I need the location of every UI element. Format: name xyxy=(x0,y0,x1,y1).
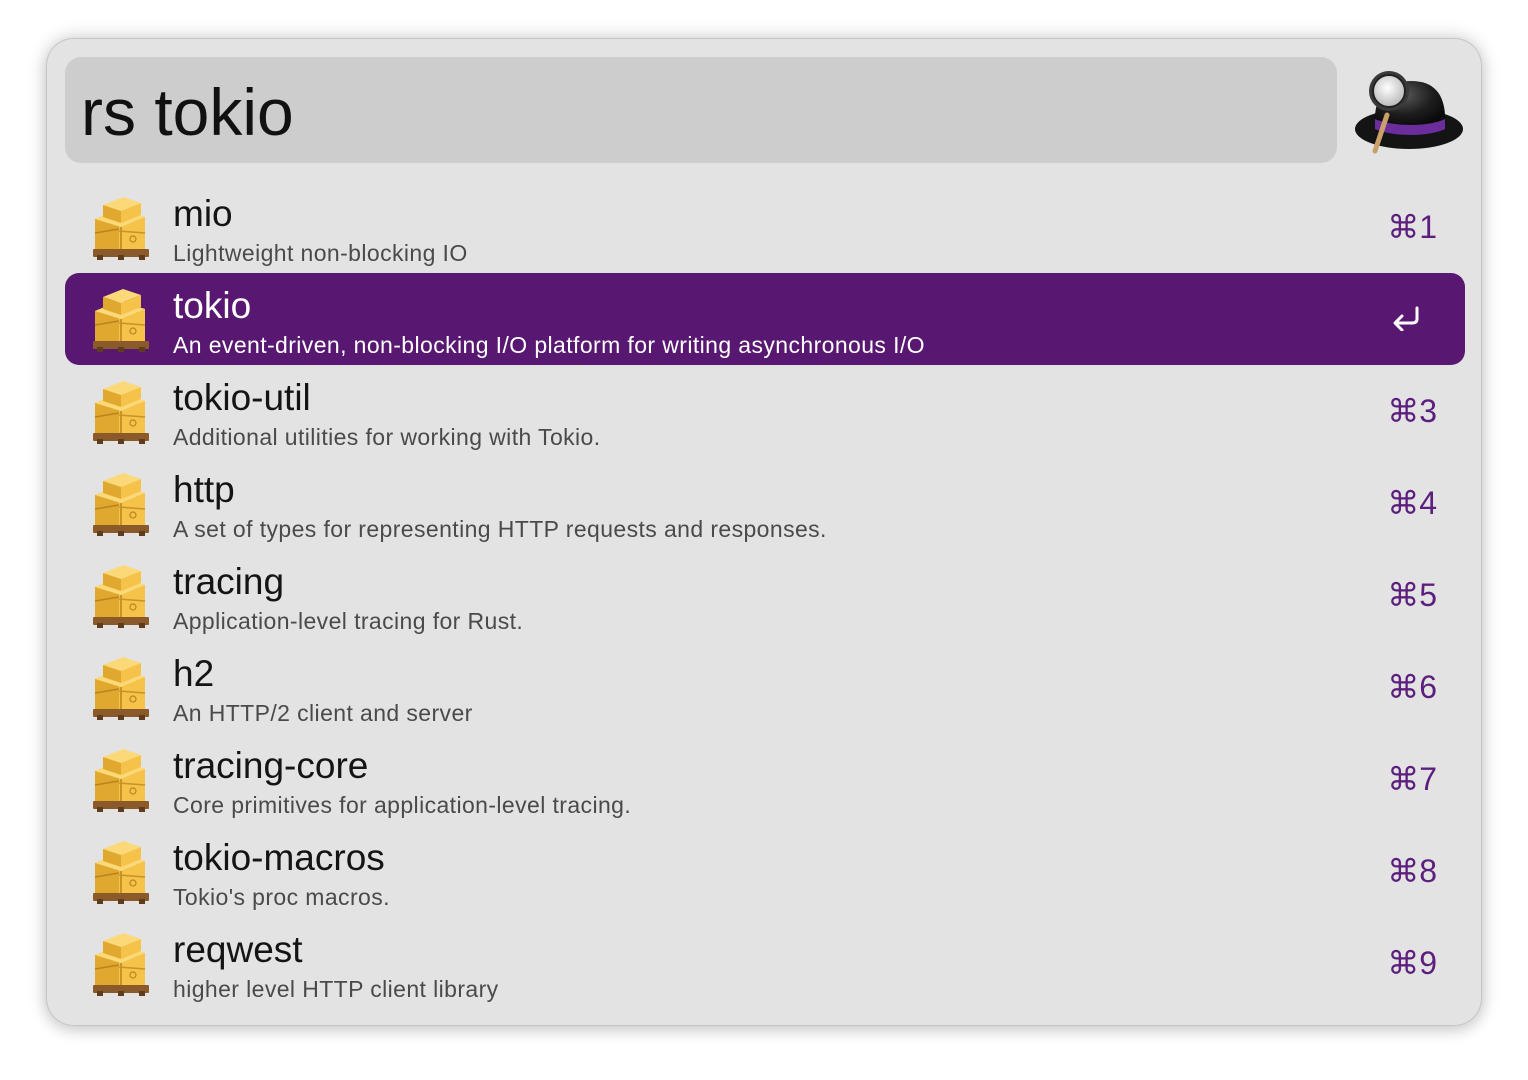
crate-icon xyxy=(93,657,149,720)
shortcut-label: ⌘9 xyxy=(1387,945,1437,981)
search-bar[interactable] xyxy=(65,57,1337,163)
result-item[interactable]: tracing Application-level tracing for Ru… xyxy=(65,549,1465,641)
shortcut-label: ⌘6 xyxy=(1387,669,1437,705)
result-subtitle: Lightweight non-blocking IO xyxy=(173,240,468,266)
result-subtitle: An event-driven, non-blocking I/O platfo… xyxy=(173,332,925,358)
result-item[interactable]: h2 An HTTP/2 client and server ⌘6 xyxy=(65,641,1465,733)
result-item[interactable]: tracing-core Core primitives for applica… xyxy=(65,733,1465,825)
result-subtitle: Core primitives for application-level tr… xyxy=(173,792,632,818)
crate-icon xyxy=(93,749,149,812)
result-title: tokio-util xyxy=(173,377,311,418)
result-item-selected[interactable]: tokio An event-driven, non-blocking I/O … xyxy=(65,273,1465,365)
result-title: reqwest xyxy=(173,929,303,970)
shortcut-label: ⌘5 xyxy=(1387,577,1437,613)
result-title: tracing-core xyxy=(173,745,369,786)
alfred-hat-icon[interactable] xyxy=(1353,65,1465,157)
result-title: http xyxy=(173,469,235,510)
results-list: mio Lightweight non-blocking IO ⌘1 tokio… xyxy=(65,181,1465,1009)
result-item[interactable]: tokio-util Additional utilities for work… xyxy=(65,365,1465,457)
result-title: tracing xyxy=(173,561,285,602)
crate-icon xyxy=(93,473,149,536)
crate-icon xyxy=(93,197,149,260)
crate-icon xyxy=(93,841,149,904)
result-item[interactable]: reqwest higher level HTTP client library… xyxy=(65,917,1465,1009)
search-input[interactable] xyxy=(81,74,1337,150)
result-subtitle: Additional utilities for working with To… xyxy=(173,424,601,450)
result-title: mio xyxy=(173,193,233,234)
shortcut-label: ⌘4 xyxy=(1387,485,1437,521)
crate-icon xyxy=(93,565,149,628)
result-subtitle: higher level HTTP client library xyxy=(173,976,499,1002)
shortcut-label: ⌘7 xyxy=(1387,761,1437,797)
crate-icon xyxy=(93,381,149,444)
shortcut-label: ⌘3 xyxy=(1387,393,1437,429)
result-subtitle: An HTTP/2 client and server xyxy=(173,700,473,726)
result-subtitle: Application-level tracing for Rust. xyxy=(173,608,524,634)
result-subtitle: Tokio's proc macros. xyxy=(173,884,390,910)
shortcut-label: ⌘1 xyxy=(1387,209,1437,245)
result-title: tokio-macros xyxy=(173,837,385,878)
result-item[interactable]: http A set of types for representing HTT… xyxy=(65,457,1465,549)
result-item[interactable]: mio Lightweight non-blocking IO ⌘1 xyxy=(65,181,1465,273)
launcher-window: mio Lightweight non-blocking IO ⌘1 xyxy=(46,38,1482,1026)
shortcut-label: ⌘8 xyxy=(1387,853,1437,889)
result-item[interactable]: tokio-macros Tokio's proc macros. ⌘8 xyxy=(65,825,1465,917)
result-title: tokio xyxy=(173,285,252,326)
result-subtitle: A set of types for representing HTTP req… xyxy=(173,516,827,542)
result-title: h2 xyxy=(173,653,215,694)
crate-icon xyxy=(93,933,149,996)
crate-icon xyxy=(93,289,149,352)
return-key-icon xyxy=(1393,306,1419,331)
